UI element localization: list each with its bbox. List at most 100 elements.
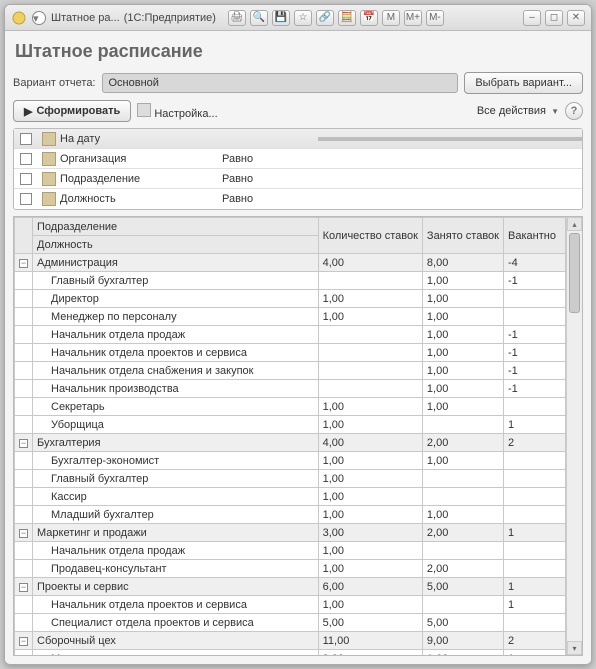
platform-label: (1С:Предприятие) — [124, 12, 216, 24]
group-row[interactable]: −Бухгалтерия4,002,002 — [15, 434, 566, 452]
busy-cell — [422, 542, 503, 560]
name-cell: Начальник отдела снабжения и закупок — [33, 362, 319, 380]
collapse-icon[interactable]: − — [19, 259, 28, 268]
m-minus-button[interactable]: M- — [426, 10, 444, 26]
count-cell: 1,00 — [318, 398, 422, 416]
filter-check[interactable] — [20, 173, 32, 185]
data-row[interactable]: Уборщица1,001 — [15, 416, 566, 434]
data-row[interactable]: Младший бухгалтер1,001,00 — [15, 506, 566, 524]
tree-cell[interactable]: − — [15, 632, 33, 650]
busy-cell: 5,00 — [422, 614, 503, 632]
variant-input[interactable] — [102, 73, 459, 93]
filter-op: Равно — [218, 151, 318, 167]
data-row[interactable]: Специалист отдела проектов и сервиса5,00… — [15, 614, 566, 632]
filter-check[interactable] — [20, 193, 32, 205]
data-row[interactable]: Мастер2,001,001 — [15, 650, 566, 656]
settings-label: Настройка... — [154, 108, 217, 120]
tree-cell — [15, 416, 33, 434]
calc-icon[interactable]: 🧮 — [338, 10, 356, 26]
data-row[interactable]: Начальник отдела снабжения и закупок1,00… — [15, 362, 566, 380]
data-row[interactable]: Менеджер по персоналу1,001,00 — [15, 308, 566, 326]
choose-variant-button[interactable]: Выбрать вариант... — [464, 72, 583, 94]
app-menu-icon[interactable] — [11, 10, 27, 26]
data-row[interactable]: Начальник отдела проектов и сервиса1,00-… — [15, 344, 566, 362]
settings-link[interactable]: Настройка... — [137, 103, 217, 120]
name-cell: Начальник отдела продаж — [33, 542, 319, 560]
group-row[interactable]: −Администрация4,008,00-4 — [15, 254, 566, 272]
scroll-thumb[interactable] — [569, 233, 580, 313]
tree-cell[interactable]: − — [15, 524, 33, 542]
data-row[interactable]: Главный бухгалтер1,00 — [15, 470, 566, 488]
calendar-icon[interactable]: 📅 — [360, 10, 378, 26]
save-icon[interactable]: 💾 — [272, 10, 290, 26]
star-icon[interactable]: ☆ — [294, 10, 312, 26]
minimize-button[interactable]: – — [523, 10, 541, 26]
print-icon[interactable]: 🖨 — [228, 10, 246, 26]
tree-cell[interactable]: − — [15, 254, 33, 272]
tree-cell — [15, 506, 33, 524]
help-button[interactable]: ? — [565, 102, 583, 120]
filter-check[interactable] — [20, 153, 32, 165]
data-row[interactable]: Главный бухгалтер1,00-1 — [15, 272, 566, 290]
collapse-icon[interactable]: − — [19, 637, 28, 646]
tree-cell — [15, 272, 33, 290]
filter-name: Должность — [60, 193, 116, 205]
name-cell: Кассир — [33, 488, 319, 506]
filter-check-all[interactable] — [20, 133, 32, 145]
toolbar-row: ▶ Сформировать Настройка... Все действия… — [13, 100, 583, 122]
data-row[interactable]: Кассир1,00 — [15, 488, 566, 506]
close-button[interactable]: ✕ — [567, 10, 585, 26]
tree-cell — [15, 560, 33, 578]
tree-cell — [15, 650, 33, 656]
data-row[interactable]: Продавец-консультант1,002,00 — [15, 560, 566, 578]
busy-cell: 1,00 — [422, 326, 503, 344]
data-row[interactable]: Начальник отдела продаж1,00-1 — [15, 326, 566, 344]
count-cell: 2,00 — [318, 650, 422, 656]
vacant-cell — [504, 542, 566, 560]
name-cell: Мастер — [33, 650, 319, 656]
data-row[interactable]: Начальник отдела продаж1,00 — [15, 542, 566, 560]
restore-button[interactable]: ◻ — [545, 10, 563, 26]
collapse-icon[interactable]: − — [19, 583, 28, 592]
page-title: Штатное расписание — [15, 41, 583, 62]
data-row[interactable]: Начальник производства1,00-1 — [15, 380, 566, 398]
collapse-icon[interactable]: − — [19, 439, 28, 448]
all-actions-dropdown[interactable]: Все действия ▼ — [477, 105, 559, 117]
tree-cell — [15, 290, 33, 308]
count-cell: 1,00 — [318, 488, 422, 506]
m-plus-button[interactable]: M+ — [404, 10, 422, 26]
tree-cell[interactable]: − — [15, 434, 33, 452]
filter-row-position[interactable]: Должность Равно — [14, 189, 582, 209]
count-cell: 1,00 — [318, 560, 422, 578]
data-row[interactable]: Бухгалтер-экономист1,001,00 — [15, 452, 566, 470]
count-cell — [318, 344, 422, 362]
scroll-up-icon[interactable]: ▴ — [567, 217, 582, 231]
filter-value[interactable] — [318, 177, 582, 181]
group-row[interactable]: −Сборочный цех11,009,002 — [15, 632, 566, 650]
dropdown-icon[interactable]: ▾ — [31, 10, 47, 26]
filter-value[interactable] — [318, 197, 582, 201]
m-button[interactable]: M — [382, 10, 400, 26]
filter-row-org[interactable]: Организация Равно — [14, 149, 582, 169]
group-row[interactable]: −Проекты и сервис6,005,001 — [15, 578, 566, 596]
v-scrollbar[interactable]: ▴ ▾ — [566, 217, 582, 655]
preview-icon[interactable]: 🔍 — [250, 10, 268, 26]
scroll-down-icon[interactable]: ▾ — [567, 641, 582, 655]
filter-row-dept[interactable]: Подразделение Равно — [14, 169, 582, 189]
form-button[interactable]: ▶ Сформировать — [13, 100, 131, 122]
tree-cell[interactable]: − — [15, 578, 33, 596]
count-cell: 5,00 — [318, 614, 422, 632]
data-row[interactable]: Секретарь1,001,00 — [15, 398, 566, 416]
filter-value[interactable] — [318, 157, 582, 161]
vacant-cell — [504, 398, 566, 416]
data-row[interactable]: Начальник отдела проектов и сервиса1,001 — [15, 596, 566, 614]
vacant-cell: 1 — [504, 524, 566, 542]
filter-date-label: На дату — [60, 133, 100, 145]
count-cell: 4,00 — [318, 434, 422, 452]
links-icon[interactable]: 🔗 — [316, 10, 334, 26]
count-cell — [318, 326, 422, 344]
group-row[interactable]: −Маркетинг и продажи3,002,001 — [15, 524, 566, 542]
name-cell: Начальник отдела продаж — [33, 326, 319, 344]
collapse-icon[interactable]: − — [19, 529, 28, 538]
data-row[interactable]: Директор1,001,00 — [15, 290, 566, 308]
